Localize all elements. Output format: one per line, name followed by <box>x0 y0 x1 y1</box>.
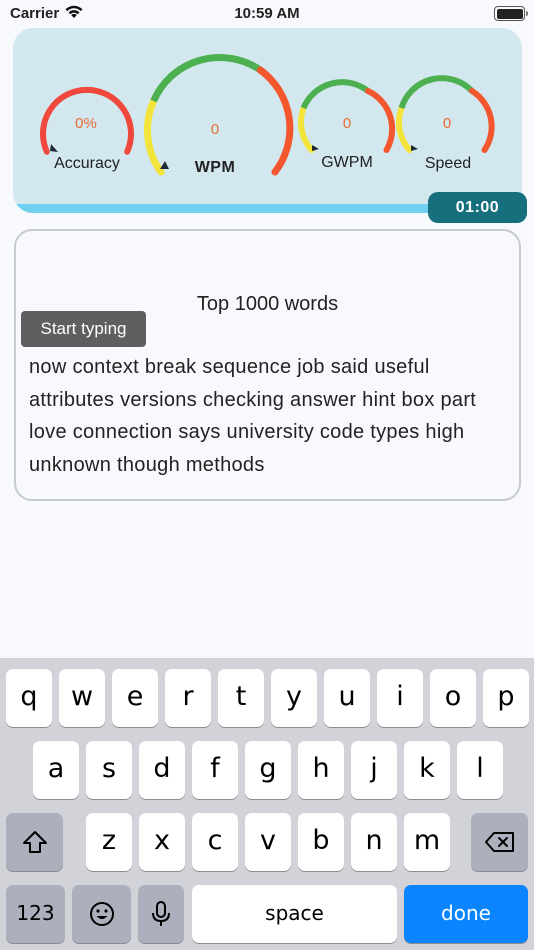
time-progress-bar <box>13 204 431 213</box>
key-u[interactable]: u <box>324 669 370 727</box>
wpm-value: 0 <box>210 121 220 138</box>
emoji-icon <box>89 901 115 927</box>
numbers-key[interactable]: 123 <box>6 885 65 943</box>
emoji-key[interactable] <box>72 885 131 943</box>
wpm-label: WPM <box>194 159 236 176</box>
gauge-panel: 0% Accuracy 0 WPM 0 GWPM 0 Speed <box>13 28 522 213</box>
key-l[interactable]: l <box>457 741 503 799</box>
accuracy-value: 0% <box>75 115 97 132</box>
shift-key[interactable] <box>6 813 63 871</box>
key-e[interactable]: e <box>112 669 158 727</box>
key-y[interactable]: y <box>271 669 317 727</box>
key-f[interactable]: f <box>192 741 238 799</box>
key-h[interactable]: h <box>298 741 344 799</box>
key-t[interactable]: t <box>218 669 264 727</box>
start-typing-tooltip: Start typing <box>21 311 146 347</box>
key-c[interactable]: c <box>192 813 238 871</box>
key-k[interactable]: k <box>404 741 450 799</box>
key-o[interactable]: o <box>430 669 476 727</box>
microphone-icon <box>151 900 171 928</box>
wpm-gauge <box>144 53 294 176</box>
key-w[interactable]: w <box>59 669 105 727</box>
key-z[interactable]: z <box>86 813 132 871</box>
accuracy-label: Accuracy <box>54 155 120 172</box>
timer-badge: 01:00 <box>428 192 527 223</box>
key-i[interactable]: i <box>377 669 423 727</box>
status-time: 10:59 AM <box>234 5 300 22</box>
status-bar: Carrier 10:59 AM <box>0 0 534 28</box>
key-b[interactable]: b <box>298 813 344 871</box>
key-d[interactable]: d <box>139 741 185 799</box>
space-key[interactable]: space <box>192 885 397 943</box>
key-j[interactable]: j <box>351 741 397 799</box>
key-n[interactable]: n <box>351 813 397 871</box>
gwpm-value: 0 <box>342 115 352 132</box>
key-q[interactable]: q <box>6 669 52 727</box>
key-p[interactable]: p <box>483 669 529 727</box>
keyboard: q w e r t y u i o p a s d f g h j k l z … <box>0 658 534 950</box>
backspace-key[interactable] <box>471 813 528 871</box>
shift-icon <box>21 829 49 855</box>
key-r[interactable]: r <box>165 669 211 727</box>
battery-icon <box>494 6 528 21</box>
key-g[interactable]: g <box>245 741 291 799</box>
key-a[interactable]: a <box>33 741 79 799</box>
delete-icon <box>484 830 516 854</box>
done-button[interactable]: done <box>404 885 528 943</box>
key-m[interactable]: m <box>404 813 450 871</box>
speed-value: 0 <box>442 115 452 132</box>
speed-label: Speed <box>424 155 472 172</box>
dictation-key[interactable] <box>138 885 184 943</box>
key-x[interactable]: x <box>139 813 185 871</box>
gwpm-label: GWPM <box>321 154 373 171</box>
key-v[interactable]: v <box>245 813 291 871</box>
words-to-type: now context break sequence job said usef… <box>29 356 477 476</box>
key-s[interactable]: s <box>86 741 132 799</box>
